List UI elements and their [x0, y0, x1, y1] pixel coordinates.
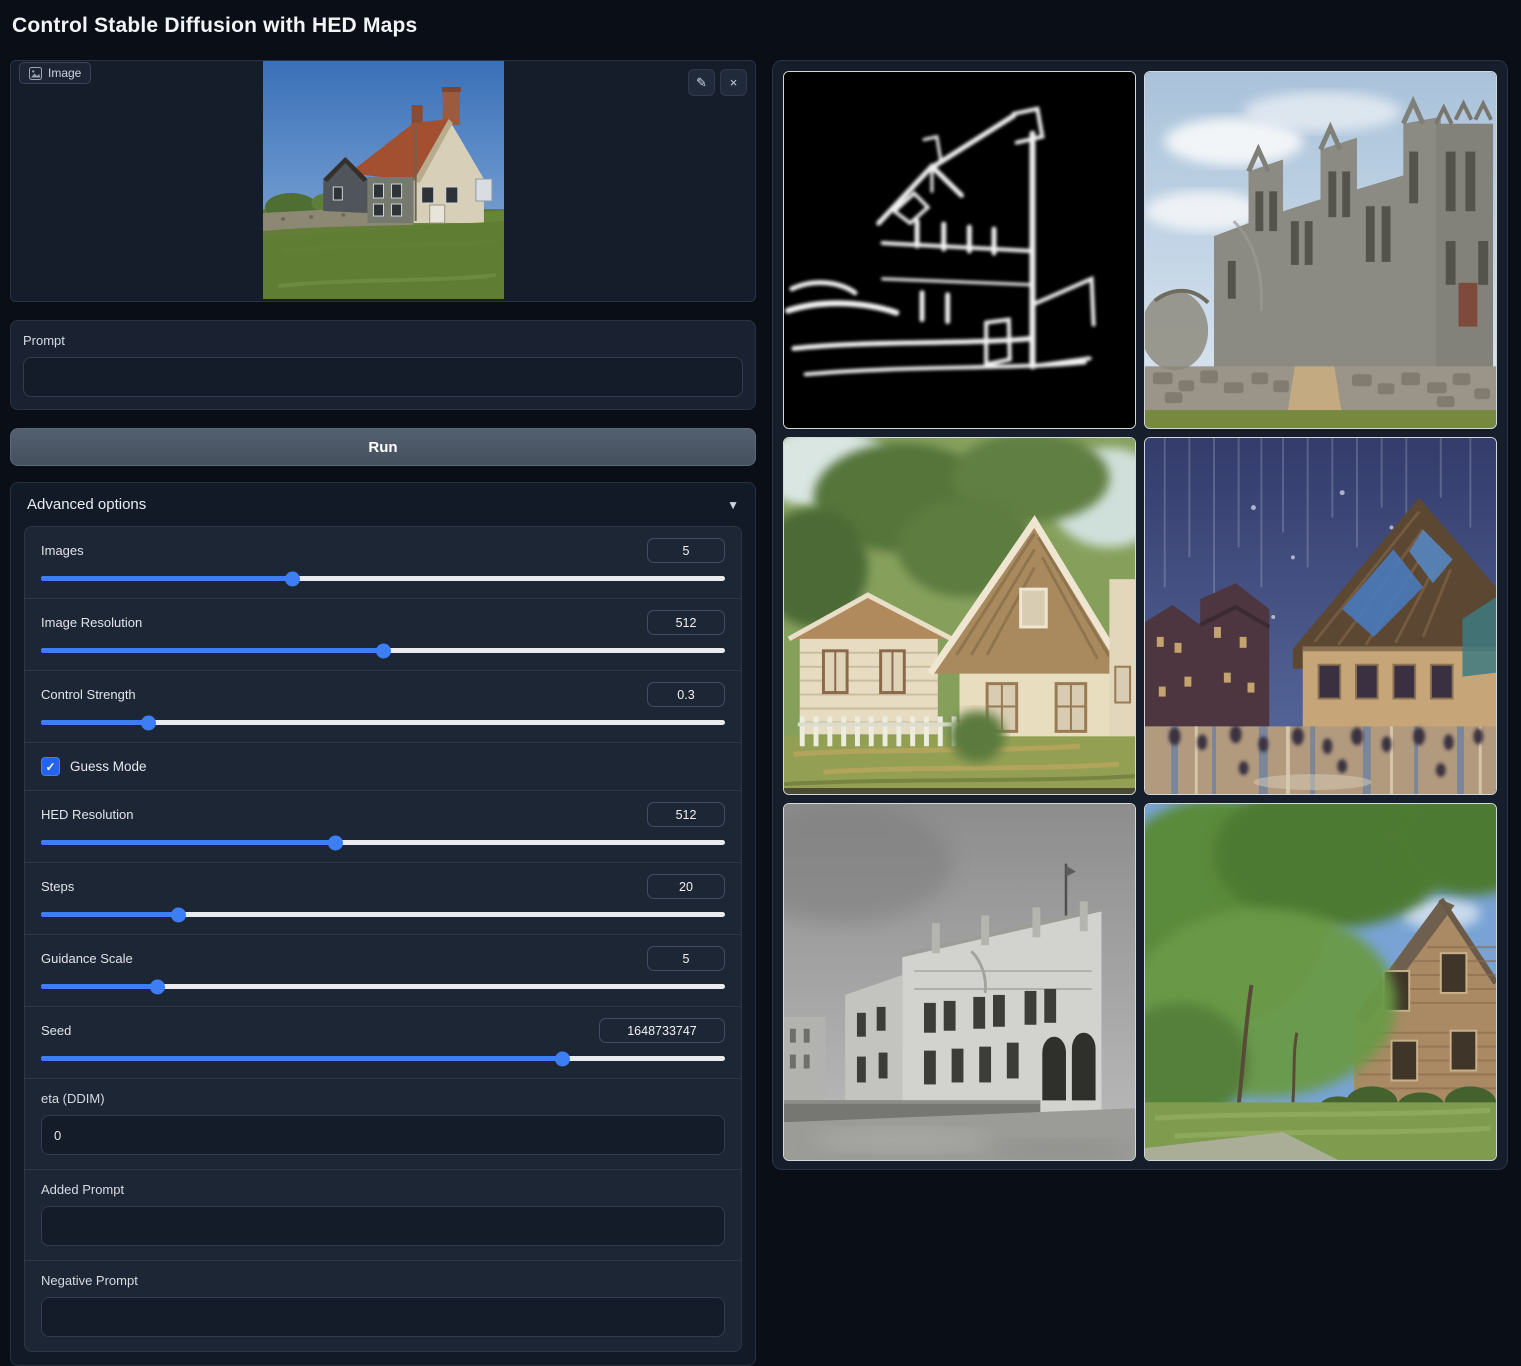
gallery-item-cathedral[interactable] — [1144, 71, 1497, 429]
slider-handle-control-strength[interactable] — [141, 715, 156, 730]
slider-value-steps[interactable]: 20 — [647, 874, 725, 899]
image-input-label: Image — [48, 66, 81, 80]
slider-row-image-resolution: Image Resolution 512 — [25, 599, 741, 671]
slider-row-seed: Seed 1648733747 — [25, 1007, 741, 1079]
prompt-panel: Prompt — [10, 320, 756, 410]
slider-row-control-strength: Control Strength 0.3 — [25, 671, 741, 743]
pencil-icon: ✎ — [696, 75, 707, 91]
chevron-down-icon: ▼ — [727, 498, 739, 512]
page-title: Control Stable Diffusion with HED Maps — [12, 14, 417, 38]
slider-fill — [41, 912, 178, 917]
slider-value-image-resolution[interactable]: 512 — [647, 610, 725, 635]
eta-row: eta (DDIM) 0 — [25, 1079, 741, 1170]
slider-handle-guidance-scale[interactable] — [150, 979, 165, 994]
image-input-label-chip: Image — [19, 62, 91, 84]
slider-handle-steps[interactable] — [171, 907, 186, 922]
slider-value-control-strength[interactable]: 0.3 — [647, 682, 725, 707]
negative-prompt-input[interactable] — [41, 1297, 725, 1337]
slider-label-seed: Seed — [41, 1023, 71, 1038]
slider-row-images: Images 5 — [25, 527, 741, 599]
slider-track-image-resolution[interactable] — [41, 648, 725, 653]
added-prompt-field[interactable] — [54, 1218, 712, 1235]
slider-fill — [41, 576, 292, 581]
advanced-options-form: Images 5 Image Resolution 512 Contro — [24, 526, 742, 1352]
slider-track-guidance-scale[interactable] — [41, 984, 725, 989]
negative-prompt-label: Negative Prompt — [41, 1273, 725, 1288]
guess-mode-label: Guess Mode — [70, 759, 147, 774]
slider-fill — [41, 840, 335, 845]
image-icon — [29, 67, 42, 80]
slider-track-hed-resolution[interactable] — [41, 840, 725, 845]
guess-mode-checkbox[interactable]: ✓ — [41, 757, 60, 776]
eta-label: eta (DDIM) — [41, 1091, 725, 1106]
slider-handle-images[interactable] — [285, 571, 300, 586]
slider-value-hed-resolution[interactable]: 512 — [647, 802, 725, 827]
advanced-options-title: Advanced options — [27, 496, 146, 513]
slider-label-image-resolution: Image Resolution — [41, 615, 142, 630]
control-column: Image ✎ × — [10, 60, 756, 1366]
slider-label-control-strength: Control Strength — [41, 687, 136, 702]
slider-track-seed[interactable] — [41, 1056, 725, 1061]
slider-fill — [41, 1056, 562, 1061]
slider-handle-seed[interactable] — [555, 1051, 570, 1066]
slider-track-steps[interactable] — [41, 912, 725, 917]
prompt-input-wrap[interactable] — [23, 357, 743, 397]
advanced-options-accordion: Advanced options ▼ Images 5 Image Resolu… — [10, 482, 756, 1366]
slider-track-control-strength[interactable] — [41, 720, 725, 725]
added-prompt-label: Added Prompt — [41, 1182, 725, 1197]
slider-label-images: Images — [41, 543, 84, 558]
advanced-options-header[interactable]: Advanced options ▼ — [11, 483, 755, 526]
image-input-panel[interactable]: Image ✎ × — [10, 60, 756, 302]
gallery-item-bw-photograph[interactable] — [783, 803, 1136, 1161]
edit-image-button[interactable]: ✎ — [688, 69, 715, 96]
run-button[interactable]: Run — [10, 428, 756, 466]
result-gallery — [772, 60, 1508, 1170]
negative-prompt-row: Negative Prompt — [25, 1261, 741, 1351]
slider-handle-image-resolution[interactable] — [376, 643, 391, 658]
slider-label-guidance-scale: Guidance Scale — [41, 951, 133, 966]
gallery-item-night-painting[interactable] — [1144, 437, 1497, 795]
slider-fill — [41, 720, 148, 725]
guess-mode-row[interactable]: ✓ Guess Mode — [25, 743, 741, 791]
slider-row-guidance-scale: Guidance Scale 5 — [25, 935, 741, 1007]
slider-row-hed-resolution: HED Resolution 512 — [25, 791, 741, 863]
slider-label-steps: Steps — [41, 879, 74, 894]
slider-handle-hed-resolution[interactable] — [328, 835, 343, 850]
slider-row-steps: Steps 20 — [25, 863, 741, 935]
added-prompt-input[interactable] — [41, 1206, 725, 1246]
slider-track-images[interactable] — [41, 576, 725, 581]
prompt-label: Prompt — [23, 333, 743, 348]
slider-value-images[interactable]: 5 — [647, 538, 725, 563]
uploaded-image[interactable] — [263, 61, 504, 299]
slider-value-seed[interactable]: 1648733747 — [599, 1018, 725, 1043]
gallery-item-wooden-cottage[interactable] — [783, 437, 1136, 795]
added-prompt-row: Added Prompt — [25, 1170, 741, 1261]
gallery-item-brick-house[interactable] — [1144, 803, 1497, 1161]
slider-fill — [41, 648, 383, 653]
slider-value-guidance-scale[interactable]: 5 — [647, 946, 725, 971]
close-icon: × — [730, 75, 738, 90]
slider-label-hed-resolution: HED Resolution — [41, 807, 134, 822]
gallery-item-hed-edge-map[interactable] — [783, 71, 1136, 429]
clear-image-button[interactable]: × — [720, 69, 747, 96]
eta-input[interactable]: 0 — [41, 1115, 725, 1155]
slider-fill — [41, 984, 157, 989]
prompt-input[interactable] — [36, 369, 730, 386]
negative-prompt-field[interactable] — [54, 1309, 712, 1326]
